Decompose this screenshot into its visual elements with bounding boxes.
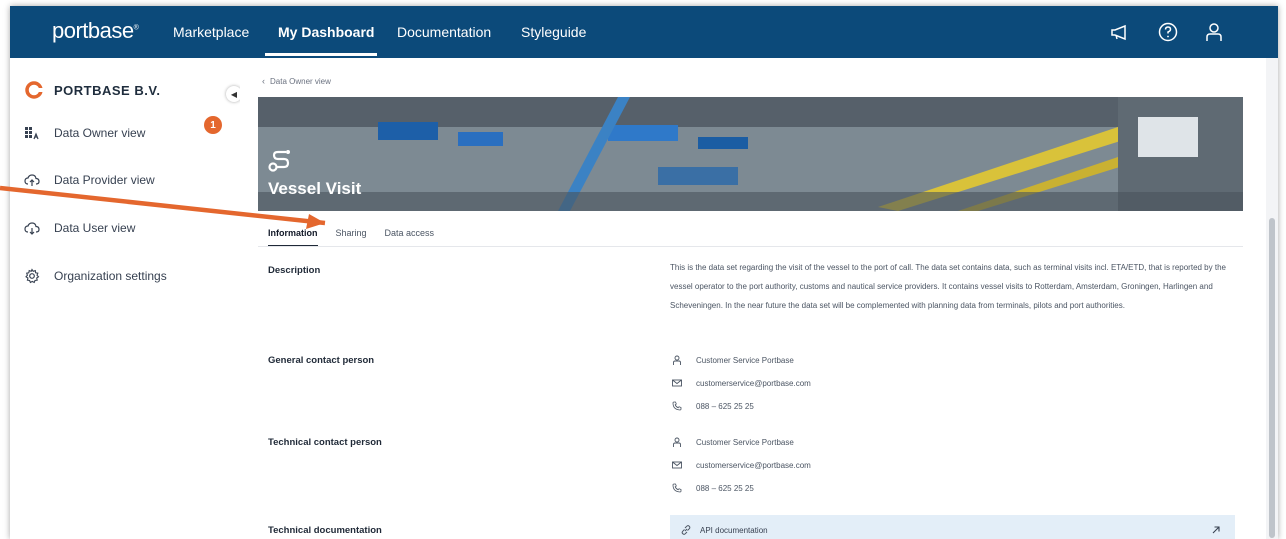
chevron-left-icon: ‹	[262, 76, 265, 86]
sidebar-item-label: Data Owner view	[54, 126, 146, 140]
cloud-upload-icon	[24, 174, 40, 186]
general-contact-phone[interactable]: 088 – 625 25 25	[672, 401, 754, 411]
external-arrow-icon	[1212, 526, 1220, 534]
sidebar-item-label: Organization settings	[54, 269, 167, 283]
cloud-download-icon	[24, 222, 40, 235]
api-documentation-link[interactable]: API documentation	[670, 515, 1235, 539]
person-icon	[673, 437, 681, 447]
email-icon	[672, 461, 682, 469]
dataset-hero-banner: Vessel Visit	[258, 97, 1243, 211]
top-navigation: portbase® Marketplace My Dashboard Docum…	[10, 6, 1278, 58]
nav-styleguide[interactable]: Styleguide	[521, 24, 586, 40]
notification-badge: 1	[204, 116, 222, 134]
link-icon	[681, 525, 691, 535]
phone-icon	[672, 483, 682, 493]
sidebar-item-data-user[interactable]: Data User view	[24, 220, 135, 236]
gear-icon	[25, 268, 40, 284]
main-scrollbar[interactable]	[1266, 58, 1278, 539]
general-contact-name: Customer Service Portbase	[672, 355, 794, 365]
tab-divider	[258, 246, 1243, 247]
app-window: portbase® Marketplace My Dashboard Docum…	[10, 6, 1278, 539]
technical-contact-phone[interactable]: 088 – 625 25 25	[672, 483, 754, 493]
dataset-tabs: Information Sharing Data access	[268, 228, 452, 247]
megaphone-icon[interactable]	[1108, 20, 1132, 44]
port-aerial-photo	[258, 97, 1243, 211]
nav-documentation[interactable]: Documentation	[397, 24, 491, 40]
sidebar: PORTBASE B.V. ◀ Data Owner view 1 Data P…	[10, 58, 242, 539]
data-owner-icon	[25, 127, 39, 140]
route-icon	[268, 150, 290, 172]
sidebar-item-label: Data User view	[54, 221, 136, 235]
organization-name: PORTBASE B.V.	[54, 82, 161, 98]
general-contact-label: General contact person	[268, 355, 375, 366]
technical-contact-name: Customer Service Portbase	[672, 437, 794, 447]
tab-sharing[interactable]: Sharing	[336, 228, 367, 247]
description-label: Description	[268, 265, 321, 276]
nav-my-dashboard[interactable]: My Dashboard	[278, 24, 374, 40]
email-icon	[672, 379, 682, 387]
main-content: ‹ Data Owner view Vessel Visit Informati…	[240, 58, 1266, 539]
nav-marketplace[interactable]: Marketplace	[173, 24, 249, 40]
breadcrumb-back-link[interactable]: ‹ Data Owner view	[262, 76, 331, 86]
nav-active-indicator	[265, 53, 377, 56]
portbase-circle-logo-icon	[25, 81, 43, 99]
description-text: This is the data set regarding the visit…	[670, 263, 1226, 310]
tab-data-access[interactable]: Data access	[385, 228, 435, 247]
technical-contact-label: Technical contact person	[268, 437, 382, 448]
person-icon	[673, 355, 681, 365]
sidebar-item-data-owner[interactable]: Data Owner view	[24, 125, 145, 141]
dataset-title: Vessel Visit	[268, 179, 362, 198]
scrollbar-thumb[interactable]	[1269, 218, 1275, 538]
technical-contact-email[interactable]: customerservice@portbase.com	[672, 460, 811, 470]
sidebar-item-data-provider[interactable]: Data Provider view	[24, 172, 155, 188]
phone-icon	[672, 401, 682, 411]
portbase-logo[interactable]: portbase®	[52, 18, 139, 44]
chevron-left-icon: ◀	[230, 89, 238, 99]
help-icon[interactable]	[1156, 20, 1180, 44]
user-icon[interactable]	[1202, 20, 1226, 44]
general-contact-email[interactable]: customerservice@portbase.com	[672, 378, 811, 388]
technical-docs-label: Technical documentation	[268, 525, 382, 536]
tab-information[interactable]: Information	[268, 228, 318, 247]
sidebar-item-label: Data Provider view	[54, 173, 155, 187]
organization-header: PORTBASE B.V.	[24, 80, 160, 100]
sidebar-item-organization-settings[interactable]: Organization settings	[24, 268, 167, 284]
